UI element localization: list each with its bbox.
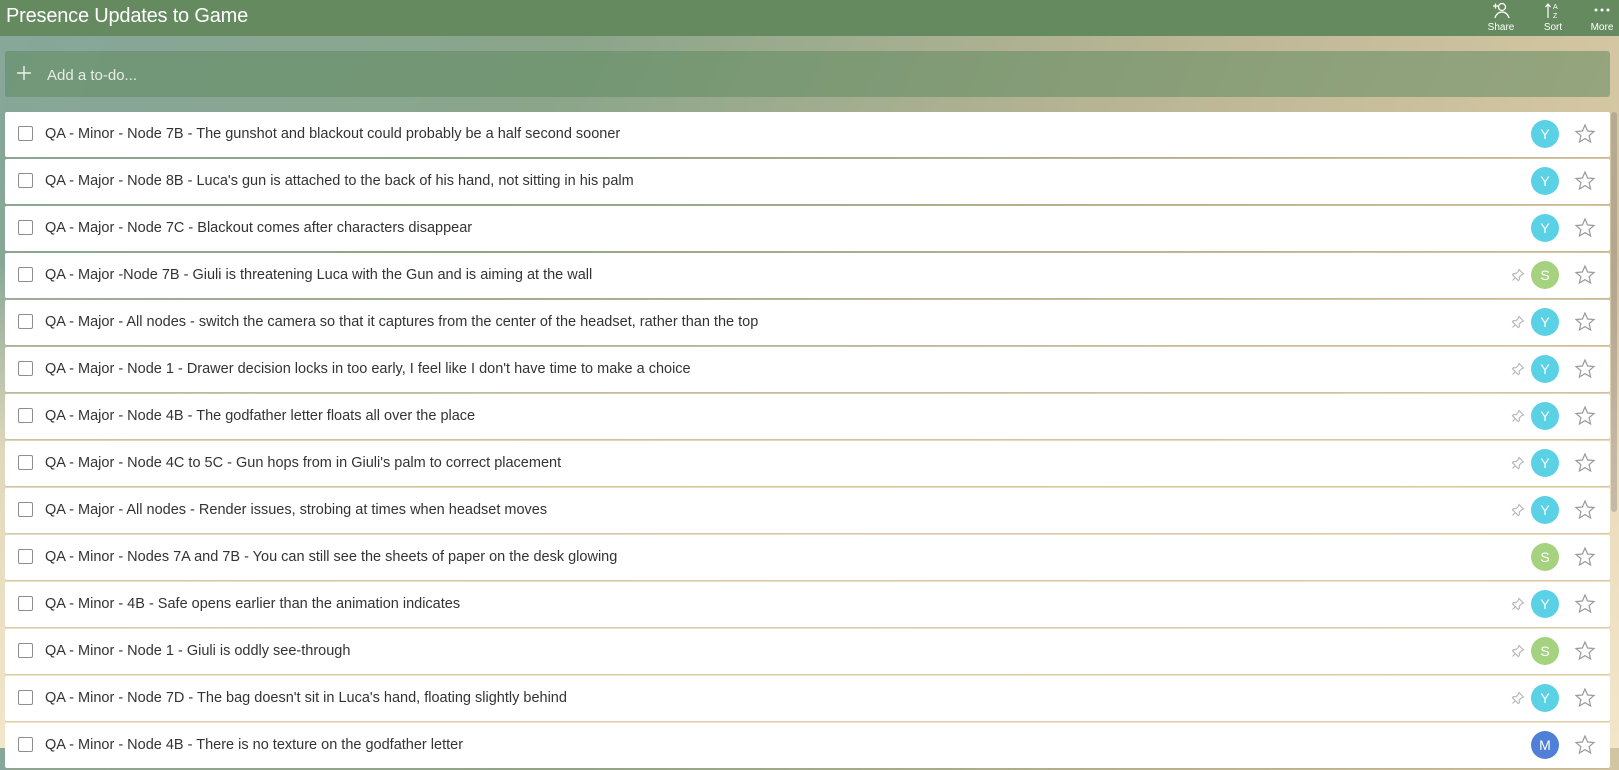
pin-icon [1511, 456, 1525, 475]
task-title[interactable]: QA - Minor - Nodes 7A and 7B - You can s… [45, 548, 617, 566]
task-title[interactable]: QA - Minor - 4B - Safe opens earlier tha… [45, 595, 460, 613]
share-button[interactable]: Share [1481, 1, 1521, 35]
star-icon[interactable] [1574, 640, 1596, 667]
task-row[interactable]: QA - Minor - Node 4B - There is no textu… [5, 723, 1610, 768]
task-row[interactable]: QA - Minor - Node 7B - The gunshot and b… [5, 112, 1610, 157]
more-dots-icon [1584, 1, 1619, 21]
task-checkbox[interactable] [18, 408, 33, 423]
task-row[interactable]: QA - Major - Node 4B - The godfather let… [5, 394, 1610, 439]
task-checkbox[interactable] [18, 361, 33, 376]
task-title[interactable]: QA - Major - Node 8B - Luca's gun is att… [45, 172, 634, 190]
task-row[interactable]: QA - Minor - Node 7D - The bag doesn't s… [5, 676, 1610, 721]
star-icon[interactable] [1574, 546, 1596, 573]
task-title[interactable]: QA - Minor - Node 4B - There is no textu… [45, 736, 463, 754]
assignee-avatar[interactable]: Y [1531, 496, 1559, 524]
assignee-avatar[interactable]: Y [1531, 167, 1559, 195]
scrollbar[interactable] [1611, 112, 1617, 512]
plus-icon [16, 65, 32, 86]
svg-text:Z: Z [1553, 13, 1558, 20]
pin-icon [1511, 503, 1525, 522]
task-checkbox[interactable] [18, 220, 33, 235]
task-title[interactable]: QA - Minor - Node 7D - The bag doesn't s… [45, 689, 567, 707]
task-title[interactable]: QA - Major - Node 4B - The godfather let… [45, 407, 475, 425]
star-icon[interactable] [1574, 123, 1596, 150]
task-checkbox[interactable] [18, 267, 33, 282]
star-icon[interactable] [1574, 452, 1596, 479]
pin-icon [1511, 268, 1525, 287]
pin-icon [1511, 315, 1525, 334]
task-title[interactable]: QA - Major - Node 4C to 5C - Gun hops fr… [45, 454, 561, 472]
task-row[interactable]: QA - Minor - Nodes 7A and 7B - You can s… [5, 535, 1610, 580]
task-checkbox[interactable] [18, 643, 33, 658]
assignee-avatar[interactable]: Y [1531, 402, 1559, 430]
star-icon[interactable] [1574, 170, 1596, 197]
task-checkbox[interactable] [18, 126, 33, 141]
task-checkbox[interactable] [18, 549, 33, 564]
assignee-avatar[interactable]: S [1531, 637, 1559, 665]
star-icon[interactable] [1574, 593, 1596, 620]
task-row[interactable]: QA - Major - Node 4C to 5C - Gun hops fr… [5, 441, 1610, 486]
add-todo-bar[interactable] [5, 51, 1610, 97]
task-checkbox[interactable] [18, 502, 33, 517]
task-row[interactable]: QA - Major - Node 1 - Drawer decision lo… [5, 347, 1610, 392]
task-row[interactable]: QA - Minor - 4B - Safe opens earlier tha… [5, 582, 1610, 627]
task-row[interactable]: QA - Major - All nodes - switch the came… [5, 300, 1610, 345]
add-todo-input[interactable] [45, 61, 1549, 89]
star-icon[interactable] [1574, 687, 1596, 714]
task-row[interactable]: QA - Minor - Node 1 - Giuli is oddly see… [5, 629, 1610, 674]
task-checkbox[interactable] [18, 737, 33, 752]
more-label: More [1590, 22, 1614, 33]
task-checkbox[interactable] [18, 173, 33, 188]
sort-az-icon: A Z [1533, 1, 1573, 21]
pin-icon [1511, 691, 1525, 710]
more-button[interactable]: More [1584, 1, 1619, 35]
pin-icon [1511, 362, 1525, 381]
task-checkbox[interactable] [18, 455, 33, 470]
star-icon[interactable] [1574, 405, 1596, 432]
task-row[interactable]: QA - Major -Node 7B - Giuli is threateni… [5, 253, 1610, 298]
svg-text:A: A [1553, 4, 1558, 11]
assignee-avatar[interactable]: S [1531, 543, 1559, 571]
task-title[interactable]: QA - Major - Node 7C - Blackout comes af… [45, 219, 472, 237]
pin-icon [1511, 409, 1525, 428]
assignee-avatar[interactable]: Y [1531, 214, 1559, 242]
task-checkbox[interactable] [18, 314, 33, 329]
star-icon[interactable] [1574, 499, 1596, 526]
list-title: Presence Updates to Game [6, 5, 248, 27]
star-icon[interactable] [1574, 358, 1596, 385]
pin-icon [1511, 644, 1525, 663]
task-list: QA - Minor - Node 7B - The gunshot and b… [5, 112, 1610, 770]
sort-button[interactable]: A Z Sort [1533, 1, 1573, 35]
task-checkbox[interactable] [18, 690, 33, 705]
star-icon[interactable] [1574, 217, 1596, 244]
assignee-avatar[interactable]: Y [1531, 120, 1559, 148]
share-person-icon [1481, 1, 1521, 21]
list-header: Presence Updates to Game Share A Z Sort … [0, 0, 1619, 36]
task-title[interactable]: QA - Major -Node 7B - Giuli is threateni… [45, 266, 592, 284]
task-title[interactable]: QA - Major - All nodes - switch the came… [45, 313, 758, 331]
task-row[interactable]: QA - Major - Node 7C - Blackout comes af… [5, 206, 1610, 251]
assignee-avatar[interactable]: Y [1531, 684, 1559, 712]
star-icon[interactable] [1574, 311, 1596, 338]
task-title[interactable]: QA - Minor - Node 7B - The gunshot and b… [45, 125, 620, 143]
assignee-avatar[interactable]: Y [1531, 449, 1559, 477]
task-title[interactable]: QA - Major - Node 1 - Drawer decision lo… [45, 360, 691, 378]
share-label: Share [1487, 22, 1515, 33]
assignee-avatar[interactable]: Y [1531, 308, 1559, 336]
task-row[interactable]: QA - Major - All nodes - Render issues, … [5, 488, 1610, 533]
star-icon[interactable] [1574, 264, 1596, 291]
task-row[interactable]: QA - Major - Node 8B - Luca's gun is att… [5, 159, 1610, 204]
task-checkbox[interactable] [18, 596, 33, 611]
assignee-avatar[interactable]: M [1531, 731, 1559, 759]
assignee-avatar[interactable]: Y [1531, 355, 1559, 383]
assignee-avatar[interactable]: S [1531, 261, 1559, 289]
pin-icon [1511, 597, 1525, 616]
task-title[interactable]: QA - Minor - Node 1 - Giuli is oddly see… [45, 642, 350, 660]
sort-label: Sort [1543, 22, 1563, 33]
task-title[interactable]: QA - Major - All nodes - Render issues, … [45, 501, 547, 519]
assignee-avatar[interactable]: Y [1531, 590, 1559, 618]
